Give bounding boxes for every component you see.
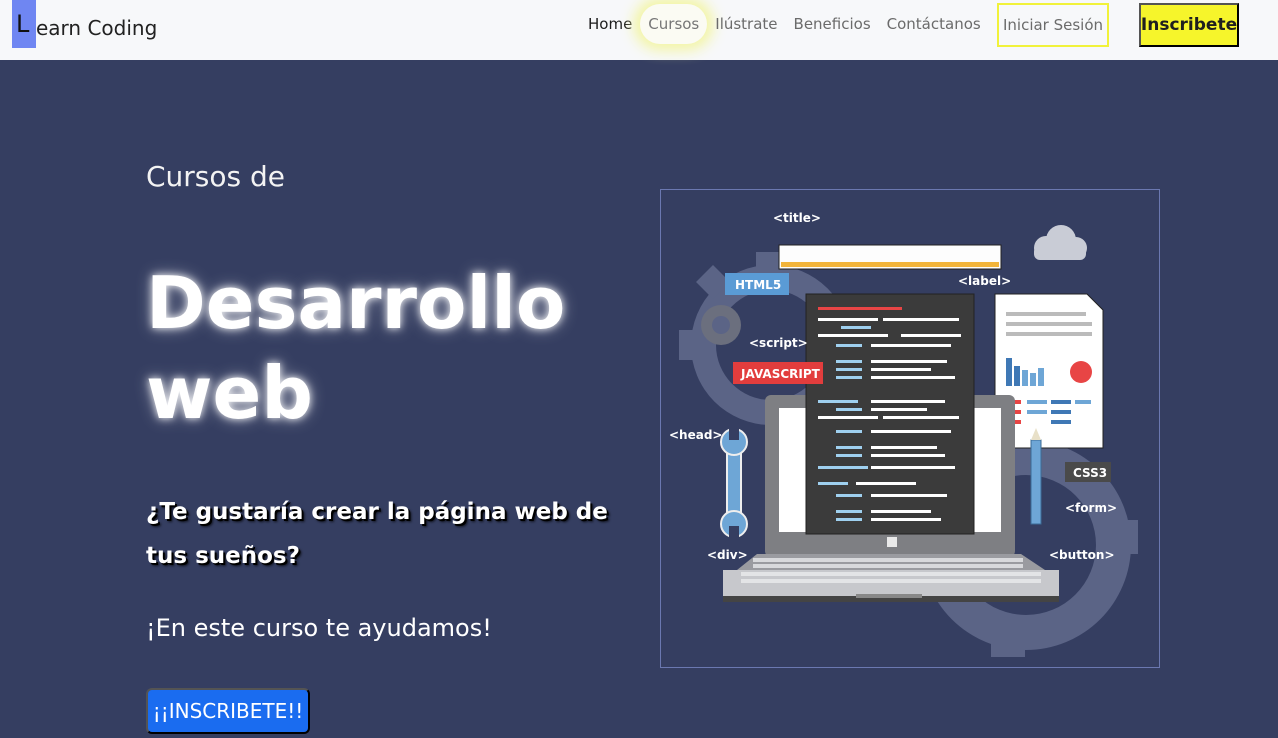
tag-html5: HTML5 (735, 278, 781, 292)
nav-link-beneficios[interactable]: Beneficios (786, 4, 879, 44)
tag-script: <script> (749, 336, 808, 350)
tag-title: <title> (773, 211, 821, 225)
nav-link-ilustrate[interactable]: Ilústrate (707, 4, 785, 44)
web-development-illustration: <title> <label> HTML5 <script> JAVASCRIP… (660, 189, 1160, 668)
tag-div: <div> (707, 548, 748, 562)
signup-button[interactable]: Inscribete (1139, 3, 1239, 47)
tag-head: <head> (669, 428, 722, 442)
code-panel (805, 293, 975, 535)
nav-link-home[interactable]: Home (580, 4, 640, 44)
ruler-icon (778, 244, 1002, 270)
main-nav: Home Cursos Ilústrate Beneficios Contáct… (580, 4, 989, 44)
enroll-cta-button[interactable]: ¡¡INSCRIBETE!! (146, 688, 310, 734)
tag-javascript: JAVASCRIPT (740, 367, 821, 381)
cloud-icon (1034, 225, 1087, 260)
nav-link-cursos[interactable]: Cursos (640, 4, 708, 44)
nav-link-contactanos[interactable]: Contáctanos (879, 4, 989, 44)
brand-logo[interactable]: L earn Coding (12, 0, 157, 48)
tag-label: <label> (958, 274, 1011, 288)
login-button[interactable]: Iniciar Sesión (997, 3, 1109, 47)
brand-initial: L (12, 0, 36, 48)
tag-button: <button> (1049, 548, 1115, 562)
hero-subtitle: Cursos de (146, 160, 286, 193)
pencil-icon (1030, 428, 1042, 525)
tag-form: <form> (1065, 501, 1117, 515)
tag-css3: CSS3 (1073, 466, 1107, 480)
small-gear-icon (701, 305, 741, 345)
hero-title: Desarrollo web (146, 261, 566, 435)
illustration-svg: <title> <label> HTML5 <script> JAVASCRIP… (669, 211, 1138, 657)
brand-name: earn Coding (36, 16, 158, 40)
wrench-icon (720, 428, 748, 538)
hero-help-text: ¡En este curso te ayudamos! (146, 614, 492, 642)
hero-question: ¿Te gustaría crear la página web de tus … (146, 499, 608, 569)
navbar: L earn Coding Home Cursos Ilústrate Bene… (0, 0, 1278, 60)
